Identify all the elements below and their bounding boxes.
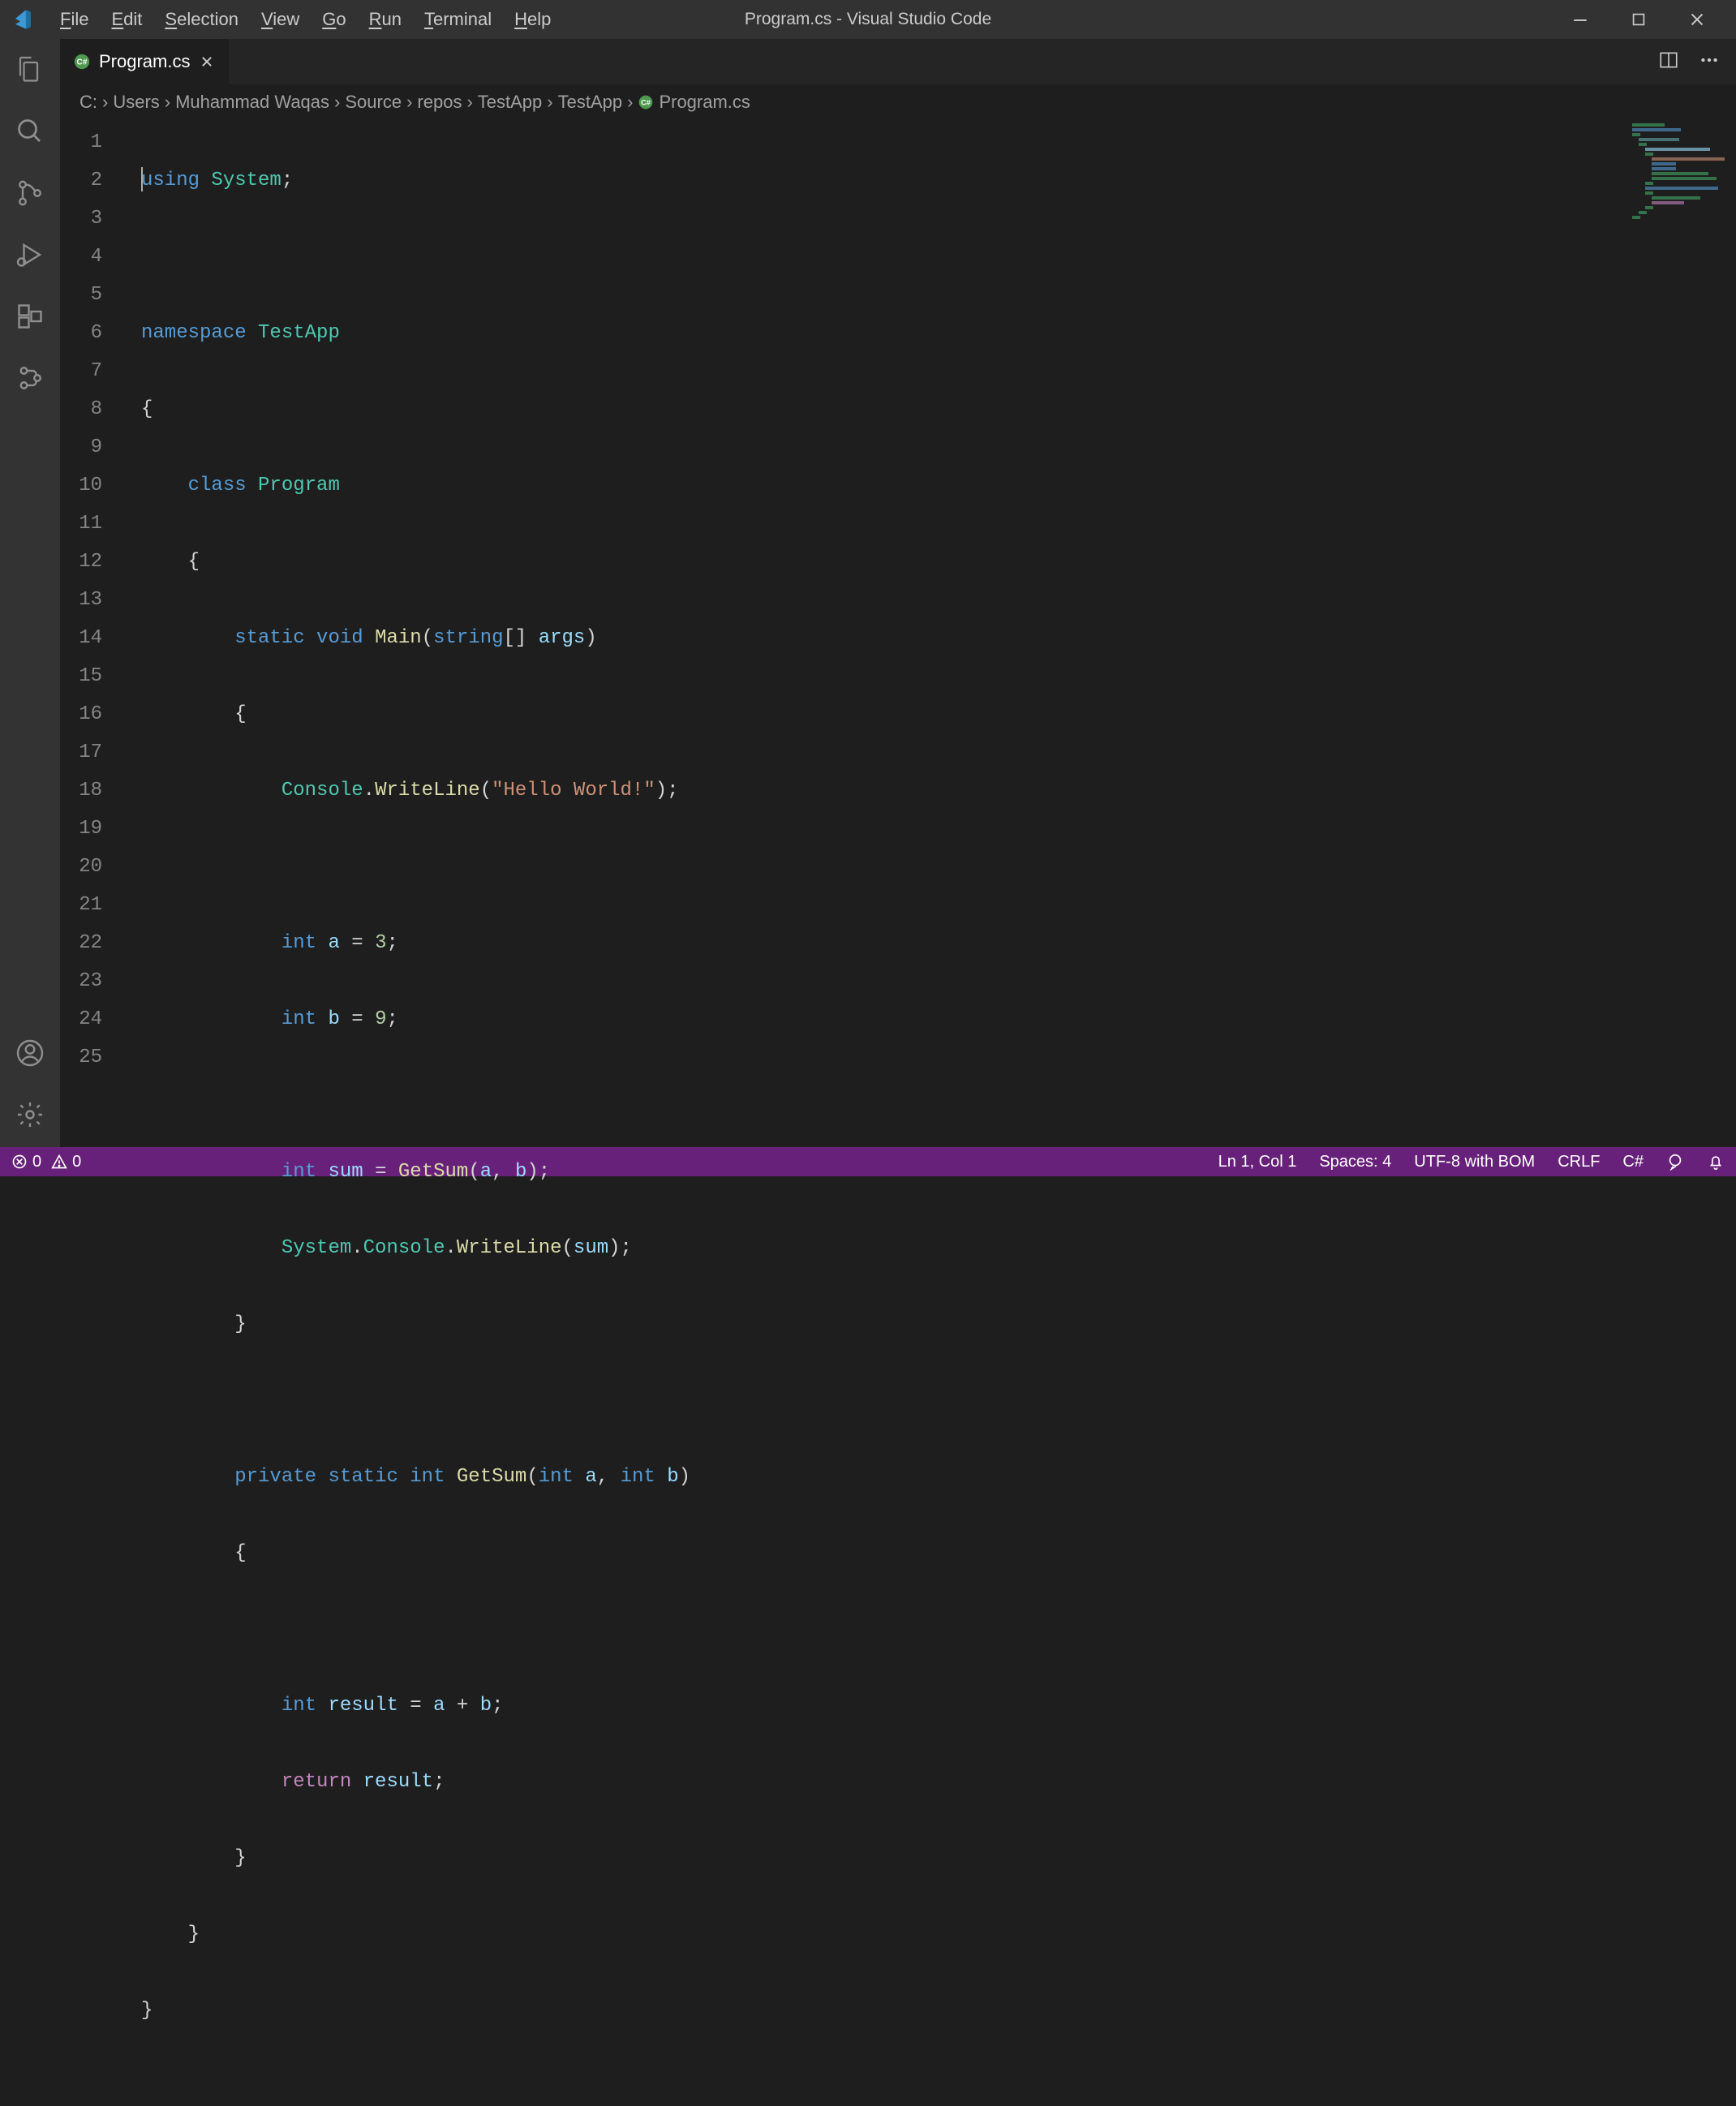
breadcrumb: C: › Users › Muhammad Waqas › Source › r… (60, 84, 1736, 120)
crumb-drive[interactable]: C: (79, 92, 97, 113)
menu-help[interactable]: HelpHelp (503, 4, 562, 35)
menu-terminal[interactable]: TerminalTerminal (413, 4, 503, 35)
menu-view[interactable]: ViewView (250, 4, 311, 35)
crumb-users[interactable]: Users (113, 92, 159, 113)
crumb-repos[interactable]: repos (417, 92, 462, 113)
window-title: Program.cs - Visual Studio Code (745, 10, 991, 29)
chevron-right-icon: › (165, 92, 170, 113)
chevron-right-icon: › (547, 92, 552, 113)
menu-selection[interactable]: SelectionSelection (153, 4, 250, 35)
status-errors[interactable]: 0 (11, 1153, 41, 1171)
crumb-testapp2[interactable]: TestApp (558, 92, 623, 113)
menu-file[interactable]: FFileile (49, 4, 100, 35)
chevron-right-icon: › (406, 92, 412, 113)
line-number-gutter: 1234567891011121314151617181920212223242… (60, 120, 125, 1147)
menu-bar: FFileile EditEdit SelectionSelection Vie… (49, 4, 562, 35)
extensions-icon[interactable] (14, 300, 46, 333)
source-control-icon[interactable] (14, 177, 46, 209)
chevron-right-icon: › (102, 92, 108, 113)
tab-label: Program.cs (99, 51, 190, 72)
crumb-user[interactable]: Muhammad Waqas (175, 92, 329, 113)
remote-icon[interactable] (14, 362, 46, 394)
close-button[interactable] (1668, 0, 1726, 39)
crumb-file[interactable]: Program.cs (659, 92, 750, 113)
csharp-file-icon: C# (73, 53, 91, 71)
window-controls (1551, 0, 1726, 39)
crumb-testapp1[interactable]: TestApp (478, 92, 543, 113)
explorer-icon[interactable] (14, 54, 46, 86)
tab-program-cs[interactable]: C# Program.cs (60, 39, 229, 84)
svg-text:C#: C# (642, 98, 651, 106)
minimize-button[interactable] (1551, 0, 1609, 39)
maximize-button[interactable] (1609, 0, 1668, 39)
tabs-row: C# Program.cs (60, 39, 1736, 84)
crumb-source[interactable]: Source (345, 92, 402, 113)
search-icon[interactable] (14, 115, 46, 148)
minimap[interactable] (1624, 123, 1721, 253)
settings-gear-icon[interactable] (14, 1098, 46, 1131)
titlebar: FFileile EditEdit SelectionSelection Vie… (0, 0, 1736, 39)
tab-close-icon[interactable] (198, 53, 216, 71)
split-editor-icon[interactable] (1658, 49, 1679, 75)
accounts-icon[interactable] (14, 1037, 46, 1069)
chevron-right-icon: › (627, 92, 633, 113)
editor[interactable]: 1234567891011121314151617181920212223242… (60, 120, 1736, 1147)
activity-bar (0, 39, 60, 1147)
more-actions-icon[interactable] (1699, 49, 1720, 75)
svg-text:C#: C# (77, 58, 88, 67)
chevron-right-icon: › (334, 92, 340, 113)
menu-edit[interactable]: EditEdit (100, 4, 153, 35)
chevron-right-icon: › (466, 92, 472, 113)
code-area[interactable]: using System; namespace TestApp { class … (125, 120, 1736, 1147)
vscode-logo-icon (10, 8, 32, 31)
menu-run[interactable]: RunRun (358, 4, 413, 35)
status-warnings[interactable]: 0 (51, 1153, 81, 1171)
menu-go[interactable]: GoGo (311, 4, 357, 35)
run-debug-icon[interactable] (14, 239, 46, 271)
csharp-file-icon: C# (638, 94, 654, 110)
